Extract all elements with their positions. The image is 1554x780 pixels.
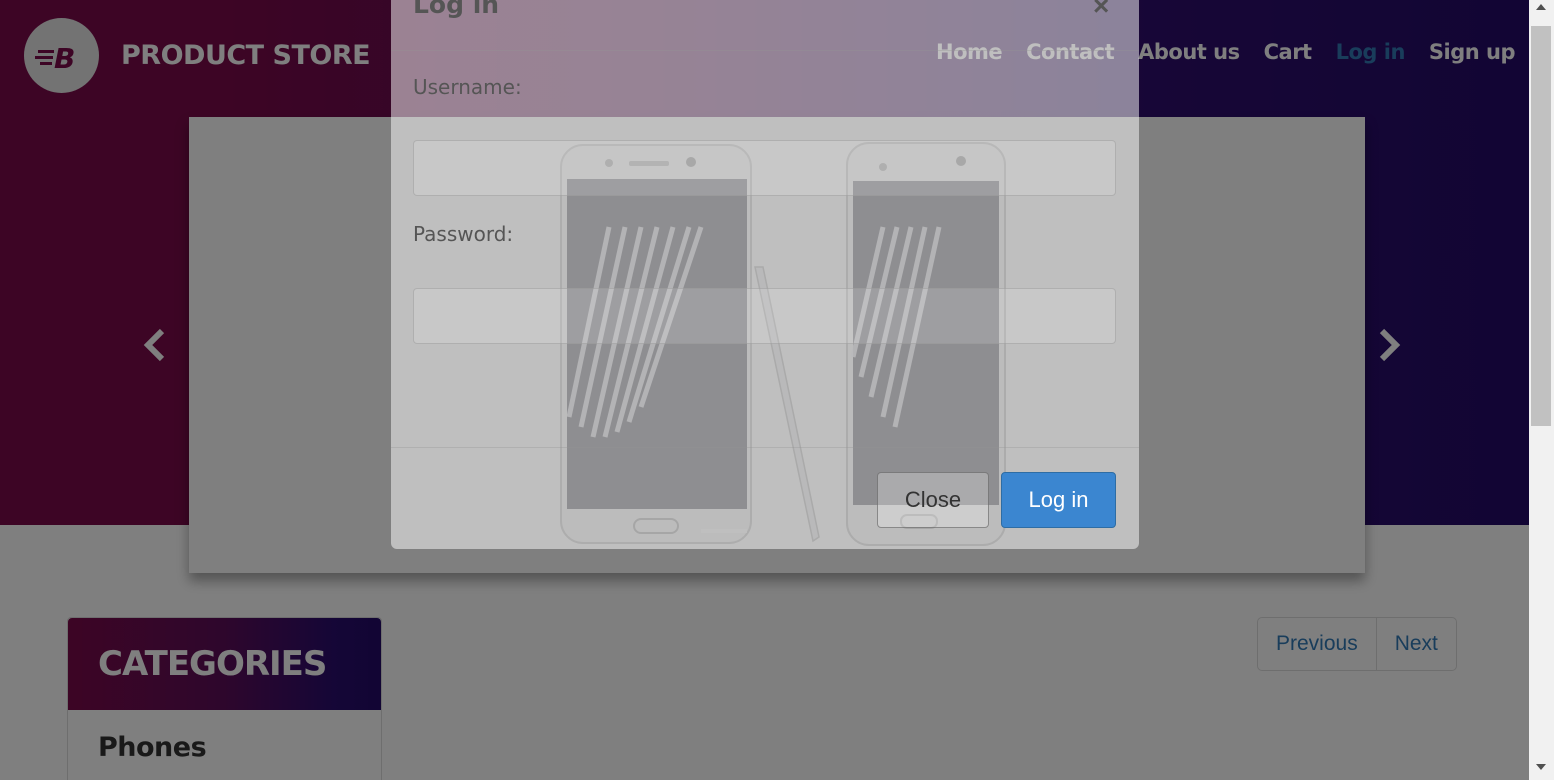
password-label: Password: [413, 222, 514, 246]
login-button[interactable]: Log in [1001, 472, 1116, 528]
scroll-down-arrow-icon[interactable] [1536, 764, 1546, 770]
modal-footer: Close Log in [391, 447, 1139, 549]
username-input[interactable] [413, 140, 1116, 196]
scroll-up-arrow-icon[interactable] [1536, 4, 1546, 10]
close-button[interactable]: Close [877, 472, 989, 528]
modal-header: Log in × [391, 0, 1139, 51]
username-label: Username: [413, 75, 522, 99]
password-input[interactable] [413, 288, 1116, 344]
modal-title: Log in [413, 0, 500, 19]
vertical-scrollbar[interactable] [1529, 0, 1554, 780]
close-icon[interactable]: × [1093, 0, 1109, 20]
scrollbar-thumb[interactable] [1531, 26, 1551, 426]
login-modal: Log in × Username: Password: Close Log i… [391, 0, 1139, 549]
